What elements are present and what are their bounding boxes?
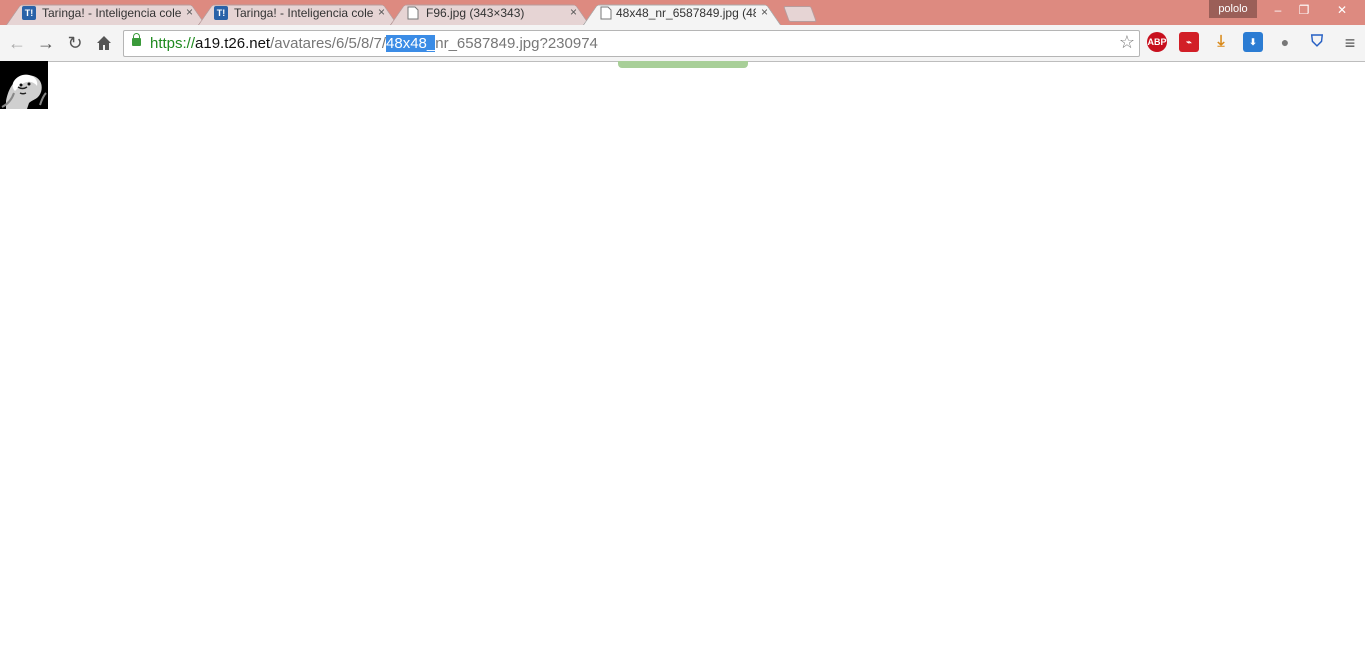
tab-close-icon[interactable]: ×	[570, 5, 577, 19]
pdf-icon[interactable]: ⌁	[1179, 32, 1199, 52]
url-path: /avatares/6/5/8/7/	[270, 35, 387, 52]
back-icon[interactable]: ←	[6, 32, 28, 54]
new-tab-button[interactable]	[783, 6, 817, 22]
tab-close-icon[interactable]: ×	[761, 5, 768, 19]
profile-badge[interactable]: pololo	[1209, 0, 1257, 18]
page-icon	[407, 6, 419, 20]
reload-icon[interactable]: ↻	[64, 32, 86, 54]
taringa-icon: T!	[22, 6, 36, 20]
tab-taringa-2[interactable]: T! Taringa! - Inteligencia cole ×	[198, 1, 398, 26]
forward-icon[interactable]: →	[35, 32, 57, 54]
adblock-plus-icon[interactable]: ABP	[1147, 32, 1167, 52]
tab-taringa-1[interactable]: T! Taringa! - Inteligencia cole ×	[6, 1, 206, 26]
avatar-image	[0, 61, 48, 109]
url-text[interactable]: https://a19.t26.net/avatares/6/5/8/7/48x…	[150, 35, 598, 52]
title-bar: T! Taringa! - Inteligencia cole × T! Tar…	[0, 0, 1365, 26]
lock-icon	[132, 33, 141, 46]
home-icon[interactable]	[93, 32, 115, 54]
page-icon	[600, 6, 612, 20]
notification-tab	[618, 61, 748, 68]
download-icon[interactable]: ⤓	[1211, 32, 1231, 52]
close-window-button[interactable]: ✕	[1322, 0, 1362, 20]
tab-title: 48x48_nr_6587849.jpg (48	[616, 6, 756, 20]
tab-close-icon[interactable]: ×	[378, 5, 385, 19]
restore-button[interactable]: ❐	[1289, 0, 1319, 20]
browser-toolbar: ← → ↻ https://a19.t26.net/avatares/6/5/8…	[0, 25, 1365, 62]
shield-icon[interactable]: ⛉	[1307, 32, 1327, 52]
download-manager-icon[interactable]: ⬇	[1243, 32, 1263, 52]
tab-title: Taringa! - Inteligencia cole	[234, 6, 374, 20]
taringa-icon: T!	[214, 6, 228, 20]
tab-title: Taringa! - Inteligencia cole	[42, 6, 182, 20]
url-host: a19.t26.net	[195, 35, 271, 52]
tab-f96[interactable]: F96.jpg (343×343) ×	[390, 1, 590, 26]
bookmark-star-icon[interactable]: ☆	[1119, 32, 1135, 53]
url-path-rest: nr_6587849.jpg?230974	[435, 35, 598, 52]
url-scheme: https://	[150, 35, 196, 52]
menu-icon[interactable]: ≡	[1339, 32, 1361, 54]
portrait-image	[0, 61, 48, 109]
tab-active[interactable]: 48x48_nr_6587849.jpg (48 ×	[583, 1, 781, 26]
tab-title: F96.jpg (343×343)	[426, 6, 525, 20]
tab-close-icon[interactable]: ×	[186, 5, 193, 19]
address-bar[interactable]: https://a19.t26.net/avatares/6/5/8/7/48x…	[123, 30, 1140, 57]
url-selection: 48x48_	[386, 35, 436, 52]
extension-icon[interactable]: ●	[1275, 32, 1295, 52]
